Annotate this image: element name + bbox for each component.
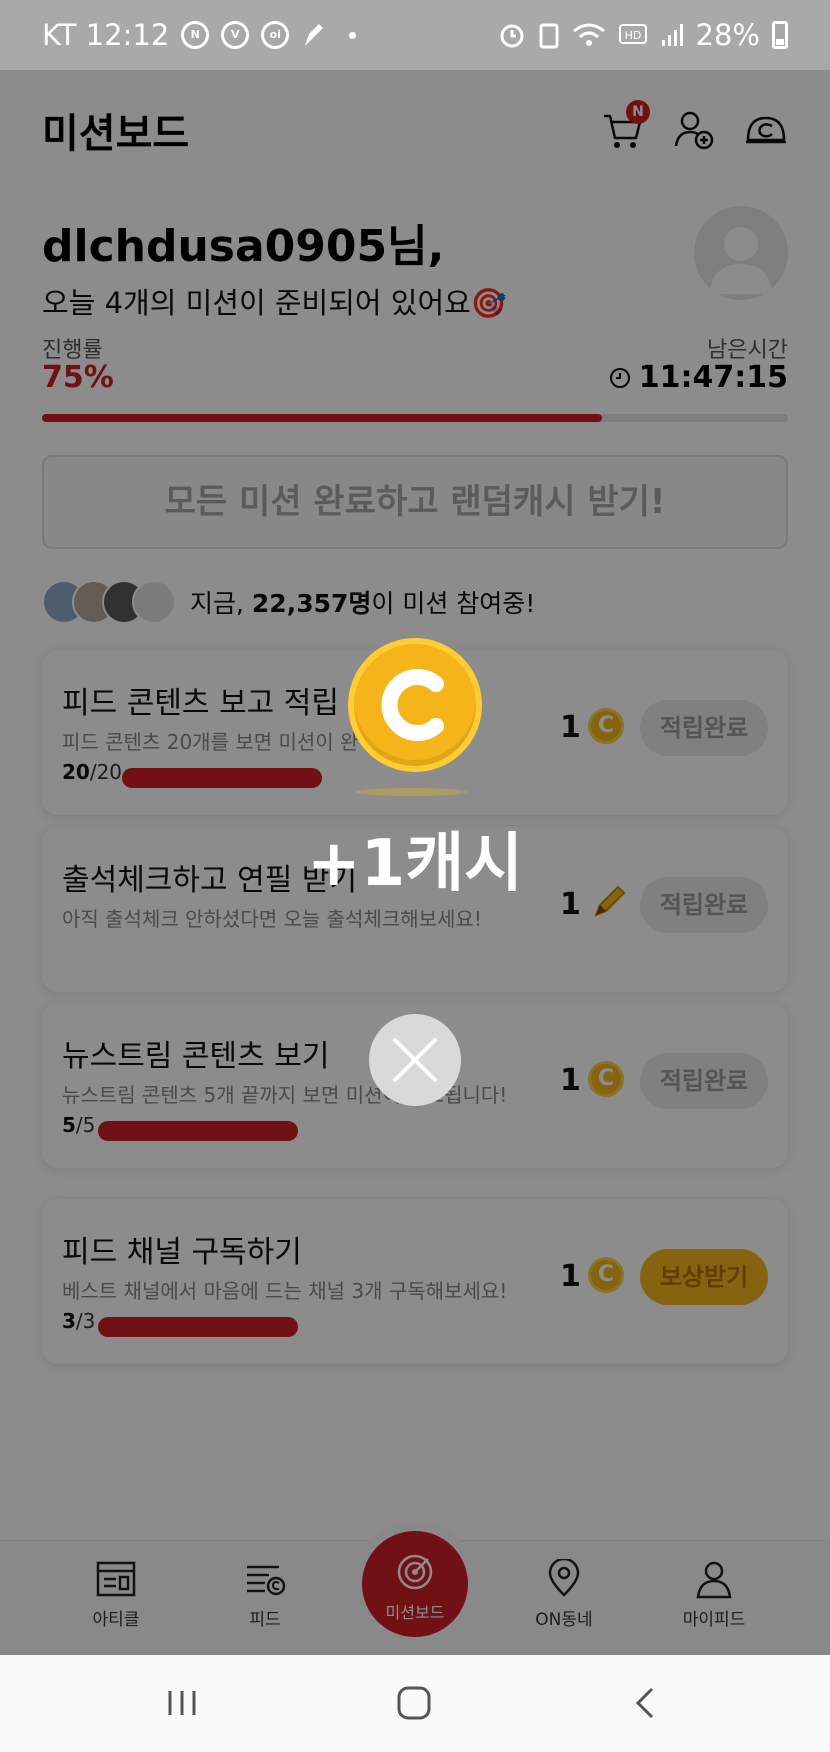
oilock-icon: oi (261, 21, 290, 49)
battery-saver-icon (539, 23, 559, 49)
v4-icon: V (221, 21, 250, 49)
pen-icon (305, 24, 324, 46)
coin-icon (348, 638, 482, 772)
hd-voice-icon: HD (618, 24, 647, 44)
close-icon (393, 1038, 437, 1082)
close-popup-button[interactable] (369, 1014, 461, 1106)
cash-reward-text: +1캐시 (307, 827, 523, 901)
coin-c-glyph (381, 669, 444, 741)
notification-dot (349, 31, 357, 39)
recent-apps-icon[interactable] (164, 1683, 200, 1723)
back-icon[interactable] (628, 1683, 664, 1723)
wifi-icon (572, 23, 605, 46)
svg-text:HD: HD (624, 29, 641, 42)
coin-shadow (355, 788, 467, 796)
battery-percent: 28% (695, 18, 760, 52)
alarm-icon (500, 24, 524, 48)
signal-icon (661, 24, 683, 46)
status-bar: KT 12:12 N V oi HD 28% (0, 0, 830, 70)
system-navigation-bar (0, 1655, 830, 1752)
status-time: KT 12:12 (42, 18, 170, 52)
home-icon[interactable] (394, 1683, 434, 1723)
battery-icon (772, 21, 788, 49)
lock-ring-icon: N (181, 21, 210, 49)
